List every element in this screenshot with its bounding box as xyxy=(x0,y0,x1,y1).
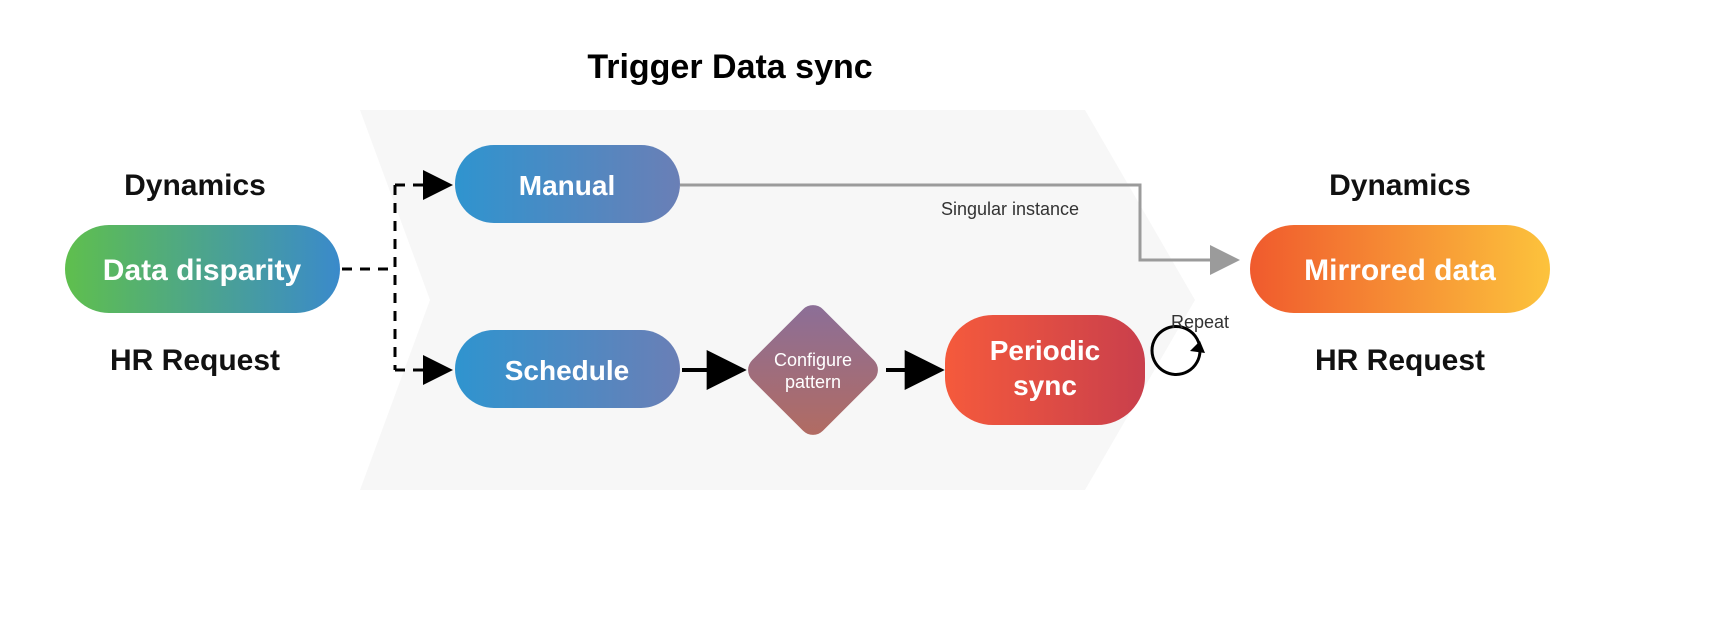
right-top-label: Dynamics xyxy=(1329,169,1471,202)
manual-label: Manual xyxy=(519,170,615,201)
singular-instance-label: Singular instance xyxy=(941,199,1079,219)
schedule-label: Schedule xyxy=(505,355,629,386)
left-top-label: Dynamics xyxy=(124,169,266,202)
diagram-title: Trigger Data sync xyxy=(587,48,872,86)
right-bottom-label: HR Request xyxy=(1315,344,1485,377)
periodic-line1: Periodic xyxy=(990,335,1100,366)
repeat-label: Repeat xyxy=(1171,312,1229,332)
mirrored-data-label: Mirrored data xyxy=(1304,254,1496,287)
diagram-root: Trigger Data sync Dynamics Data disparit… xyxy=(0,0,1734,626)
configure-line2: pattern xyxy=(785,372,841,392)
periodic-line2: sync xyxy=(1013,370,1077,401)
configure-line1: Configure xyxy=(774,350,852,370)
left-bottom-label: HR Request xyxy=(110,344,280,377)
data-disparity-label: Data disparity xyxy=(103,254,302,287)
